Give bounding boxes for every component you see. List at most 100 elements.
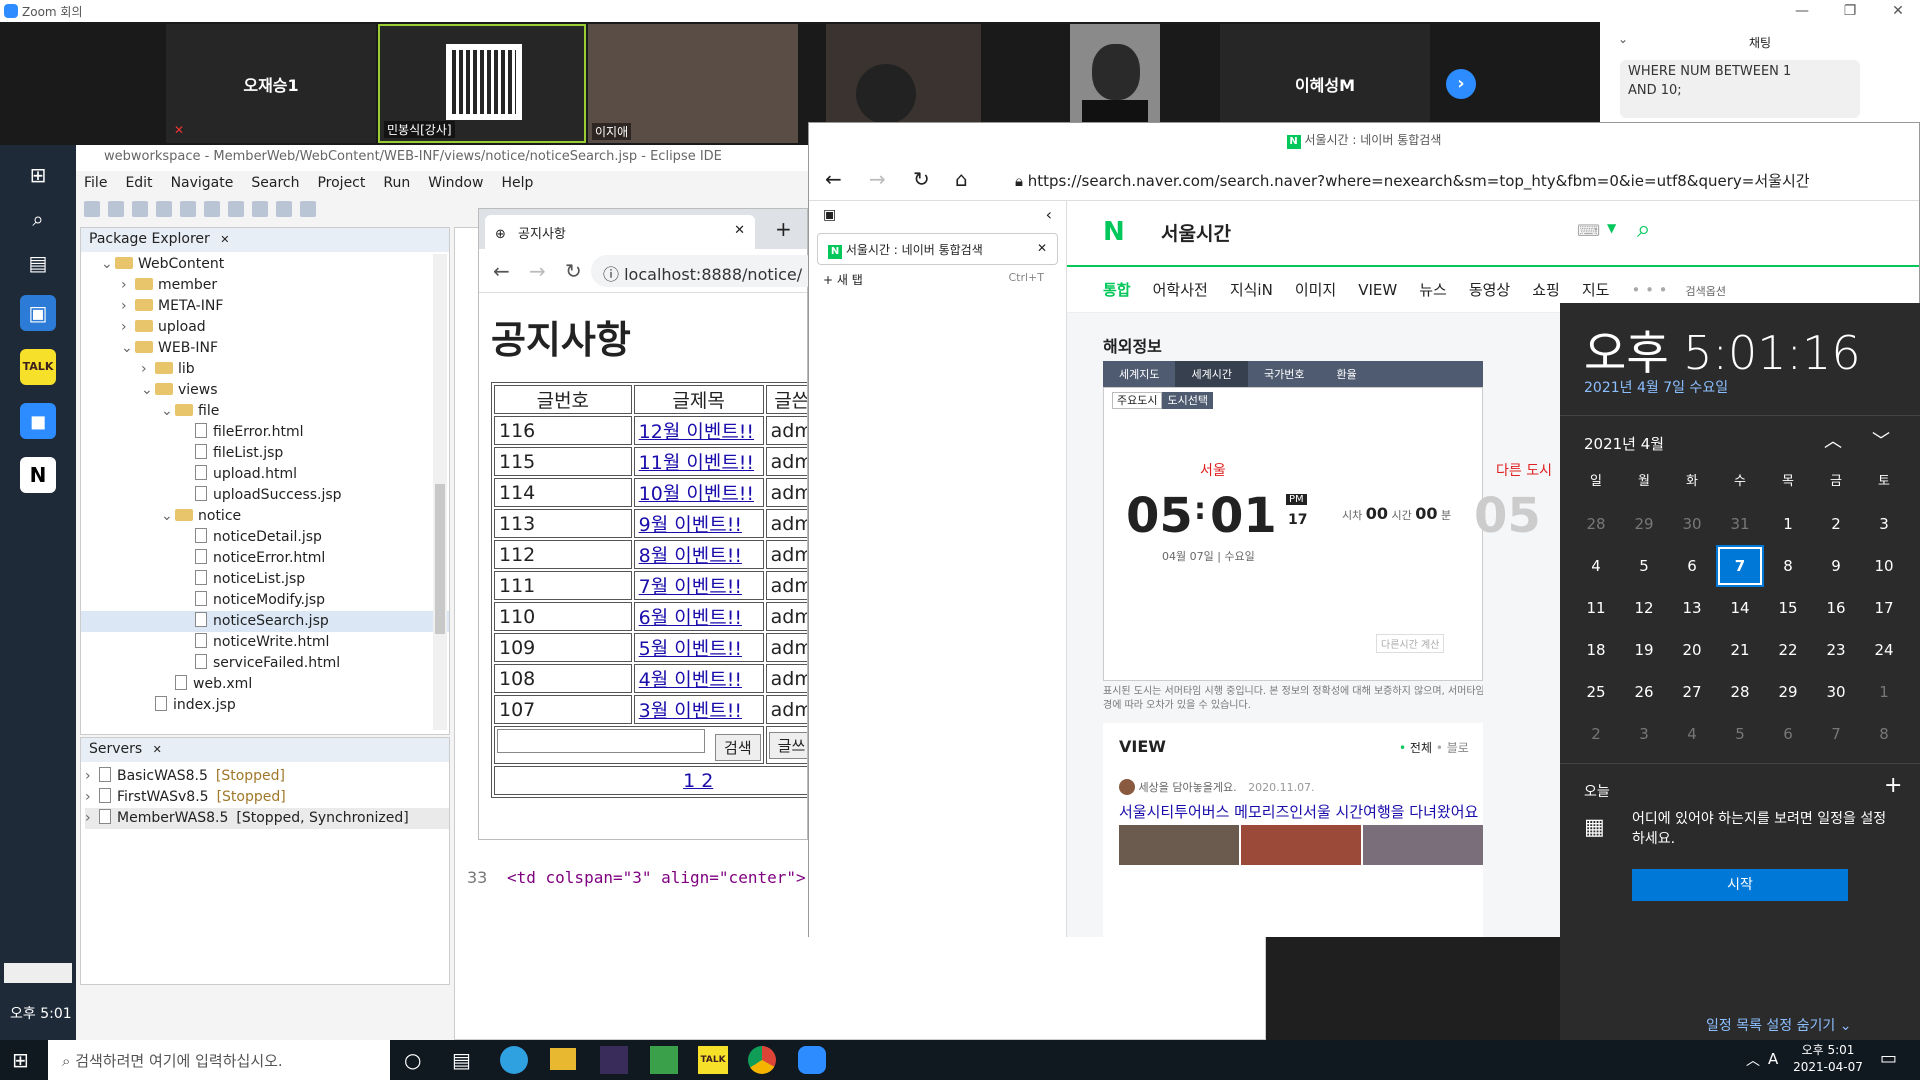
calendar-day[interactable]: 22	[1764, 629, 1812, 671]
pagination[interactable]: 1 2	[683, 770, 713, 792]
expand-arrow-icon[interactable]: ›	[85, 808, 99, 829]
close-tab-icon[interactable]: ✕	[734, 223, 745, 238]
server-item[interactable]: › MemberWAS8.5 [Stopped, Synchronized]	[85, 808, 449, 829]
calendar-day[interactable]: 7	[1716, 545, 1764, 587]
calendar-day[interactable]: 13	[1668, 587, 1716, 629]
resume-icon[interactable]	[204, 201, 220, 217]
hide-agenda-link[interactable]: 일정 목록 설정 숨기기 ⌄	[1706, 1015, 1851, 1035]
participant-tile[interactable]: 민봉식[강사]	[378, 24, 586, 143]
expand-arrow-icon[interactable]: ›	[121, 275, 135, 296]
dropdown-icon[interactable]: ▼	[1607, 221, 1616, 235]
expand-arrow-icon[interactable]: ›	[85, 787, 99, 808]
calendar-day[interactable]: 8	[1764, 545, 1812, 587]
taskbar-clock[interactable]: 오후 5:01 2021-04-07	[1790, 1042, 1866, 1076]
expand-arrow-icon[interactable]: ⌄	[101, 254, 115, 275]
calendar-day[interactable]: 11	[1572, 587, 1620, 629]
explorer-icon[interactable]	[550, 1048, 576, 1070]
calendar-day[interactable]: 2	[1812, 503, 1860, 545]
scroll-bar[interactable]	[4, 963, 72, 983]
expand-arrow-icon[interactable]: ›	[85, 766, 99, 787]
calendar-day[interactable]: 19	[1620, 629, 1668, 671]
notice-link[interactable]: 10월 이벤트!!	[639, 483, 754, 505]
calendar-day[interactable]: 30	[1812, 671, 1860, 713]
tree-file[interactable]: noticeSearch.jsp	[81, 611, 449, 632]
edge-icon[interactable]	[500, 1046, 528, 1074]
calendar-day[interactable]: 18	[1572, 629, 1620, 671]
new-tab-button[interactable]: +	[775, 217, 792, 241]
tree-file[interactable]: web.xml	[81, 674, 449, 695]
step-icon[interactable]	[276, 201, 292, 217]
stop-icon[interactable]	[252, 201, 268, 217]
calendar-day[interactable]: 20	[1668, 629, 1716, 671]
calendar-day[interactable]: 14	[1716, 587, 1764, 629]
tab-city-select[interactable]: 도시선택	[1162, 392, 1213, 409]
address-bar[interactable]: 🔒︎ https://search.naver.com/search.naver…	[1005, 165, 1905, 195]
suspend-icon[interactable]	[228, 201, 244, 217]
search-button[interactable]: 검색	[715, 734, 761, 761]
post-thumbnail[interactable]	[1241, 825, 1361, 865]
new-tab-row[interactable]: + 새 탭 Ctrl+T	[823, 271, 1052, 288]
reload-icon[interactable]: ↻	[565, 259, 582, 283]
tree-folder[interactable]: › member	[81, 275, 449, 296]
calendar-day[interactable]: 5	[1716, 713, 1764, 755]
taskbar-search[interactable]: ⌕ 검색하려면 여기에 입력하십시오.	[48, 1040, 390, 1080]
reload-icon[interactable]: ↻	[913, 167, 930, 191]
calendar-day[interactable]: 21	[1716, 629, 1764, 671]
calendar-day[interactable]: 5	[1620, 545, 1668, 587]
menu-help[interactable]: Help	[501, 175, 533, 191]
maximize-button[interactable]: ❐	[1830, 0, 1870, 22]
new-icon[interactable]	[84, 201, 100, 217]
expand-arrow-icon[interactable]: ⌄	[161, 401, 175, 422]
tree-folder[interactable]: › META-INF	[81, 296, 449, 317]
notice-link[interactable]: 7월 이벤트!!	[639, 576, 742, 598]
calendar-day[interactable]: 7	[1812, 713, 1860, 755]
menu-run[interactable]: Run	[383, 175, 410, 191]
nav-tab[interactable]: 이미지	[1295, 281, 1336, 299]
add-event-icon[interactable]: +	[1884, 773, 1902, 798]
nav-tab[interactable]: 어학사전	[1153, 281, 1208, 299]
scrollbar[interactable]	[433, 254, 447, 730]
chevron-up-icon[interactable]: ︿	[1824, 427, 1842, 453]
filter-blog[interactable]: 블로	[1447, 741, 1469, 755]
tree-file[interactable]: noticeDetail.jsp	[81, 527, 449, 548]
post-author[interactable]: 세상을 담아놓을게요.	[1139, 781, 1237, 794]
search-options[interactable]: 검색옵션	[1686, 285, 1726, 298]
tab-actions-icon[interactable]: ▣	[823, 207, 836, 223]
notion-icon[interactable]: N	[20, 457, 56, 493]
notice-link[interactable]: 4월 이벤트!!	[639, 669, 742, 691]
collapse-icon[interactable]: ‹	[1046, 205, 1052, 224]
calendar-day[interactable]: 25	[1572, 671, 1620, 713]
notice-link[interactable]: 8월 이벤트!!	[639, 545, 742, 567]
chrome-icon[interactable]	[748, 1046, 776, 1074]
chevron-down-icon[interactable]: ﹀	[1872, 427, 1890, 453]
calendar-day[interactable]: 23	[1812, 629, 1860, 671]
eclipse-icon[interactable]	[600, 1046, 628, 1074]
info-tab[interactable]: 환율	[1320, 361, 1372, 387]
expand-arrow-icon[interactable]: ⌄	[141, 380, 155, 401]
server-item[interactable]: › BasicWAS8.5 [Stopped]	[85, 766, 449, 787]
expand-arrow-icon[interactable]: ›	[121, 296, 135, 317]
tree-file[interactable]: fileList.jsp	[81, 443, 449, 464]
tree-file[interactable]: fileError.html	[81, 422, 449, 443]
menu-project[interactable]: Project	[317, 175, 365, 191]
ime-indicator[interactable]: A	[1768, 1050, 1778, 1068]
back-icon[interactable]: ←	[493, 259, 510, 283]
tree-folder[interactable]: ⌄ WebContent	[81, 254, 449, 275]
tree-file[interactable]: index.jsp	[81, 695, 449, 716]
menu-navigate[interactable]: Navigate	[171, 175, 234, 191]
tree-folder[interactable]: › lib	[81, 359, 449, 380]
run-icon[interactable]	[300, 201, 316, 217]
calendar-day[interactable]: 31	[1716, 503, 1764, 545]
menu-search[interactable]: Search	[251, 175, 299, 191]
tab-major-cities[interactable]: 주요도시	[1112, 392, 1163, 409]
menu-file[interactable]: File	[84, 175, 107, 191]
home-icon[interactable]: ⌂	[955, 167, 968, 191]
nav-tab[interactable]: 쇼핑	[1532, 281, 1560, 299]
save-all-icon[interactable]	[132, 201, 148, 217]
close-tab-icon[interactable]: ✕	[1037, 241, 1047, 255]
calendar-day[interactable]: 3	[1860, 503, 1908, 545]
package-explorer-tab[interactable]: Package Explorer ✕	[81, 228, 449, 252]
tab-notice[interactable]: ⊕ 공지사항 ✕	[485, 215, 755, 249]
kakaotalk-icon[interactable]: TALK	[698, 1046, 728, 1074]
expand-arrow-icon[interactable]: ›	[121, 317, 135, 338]
